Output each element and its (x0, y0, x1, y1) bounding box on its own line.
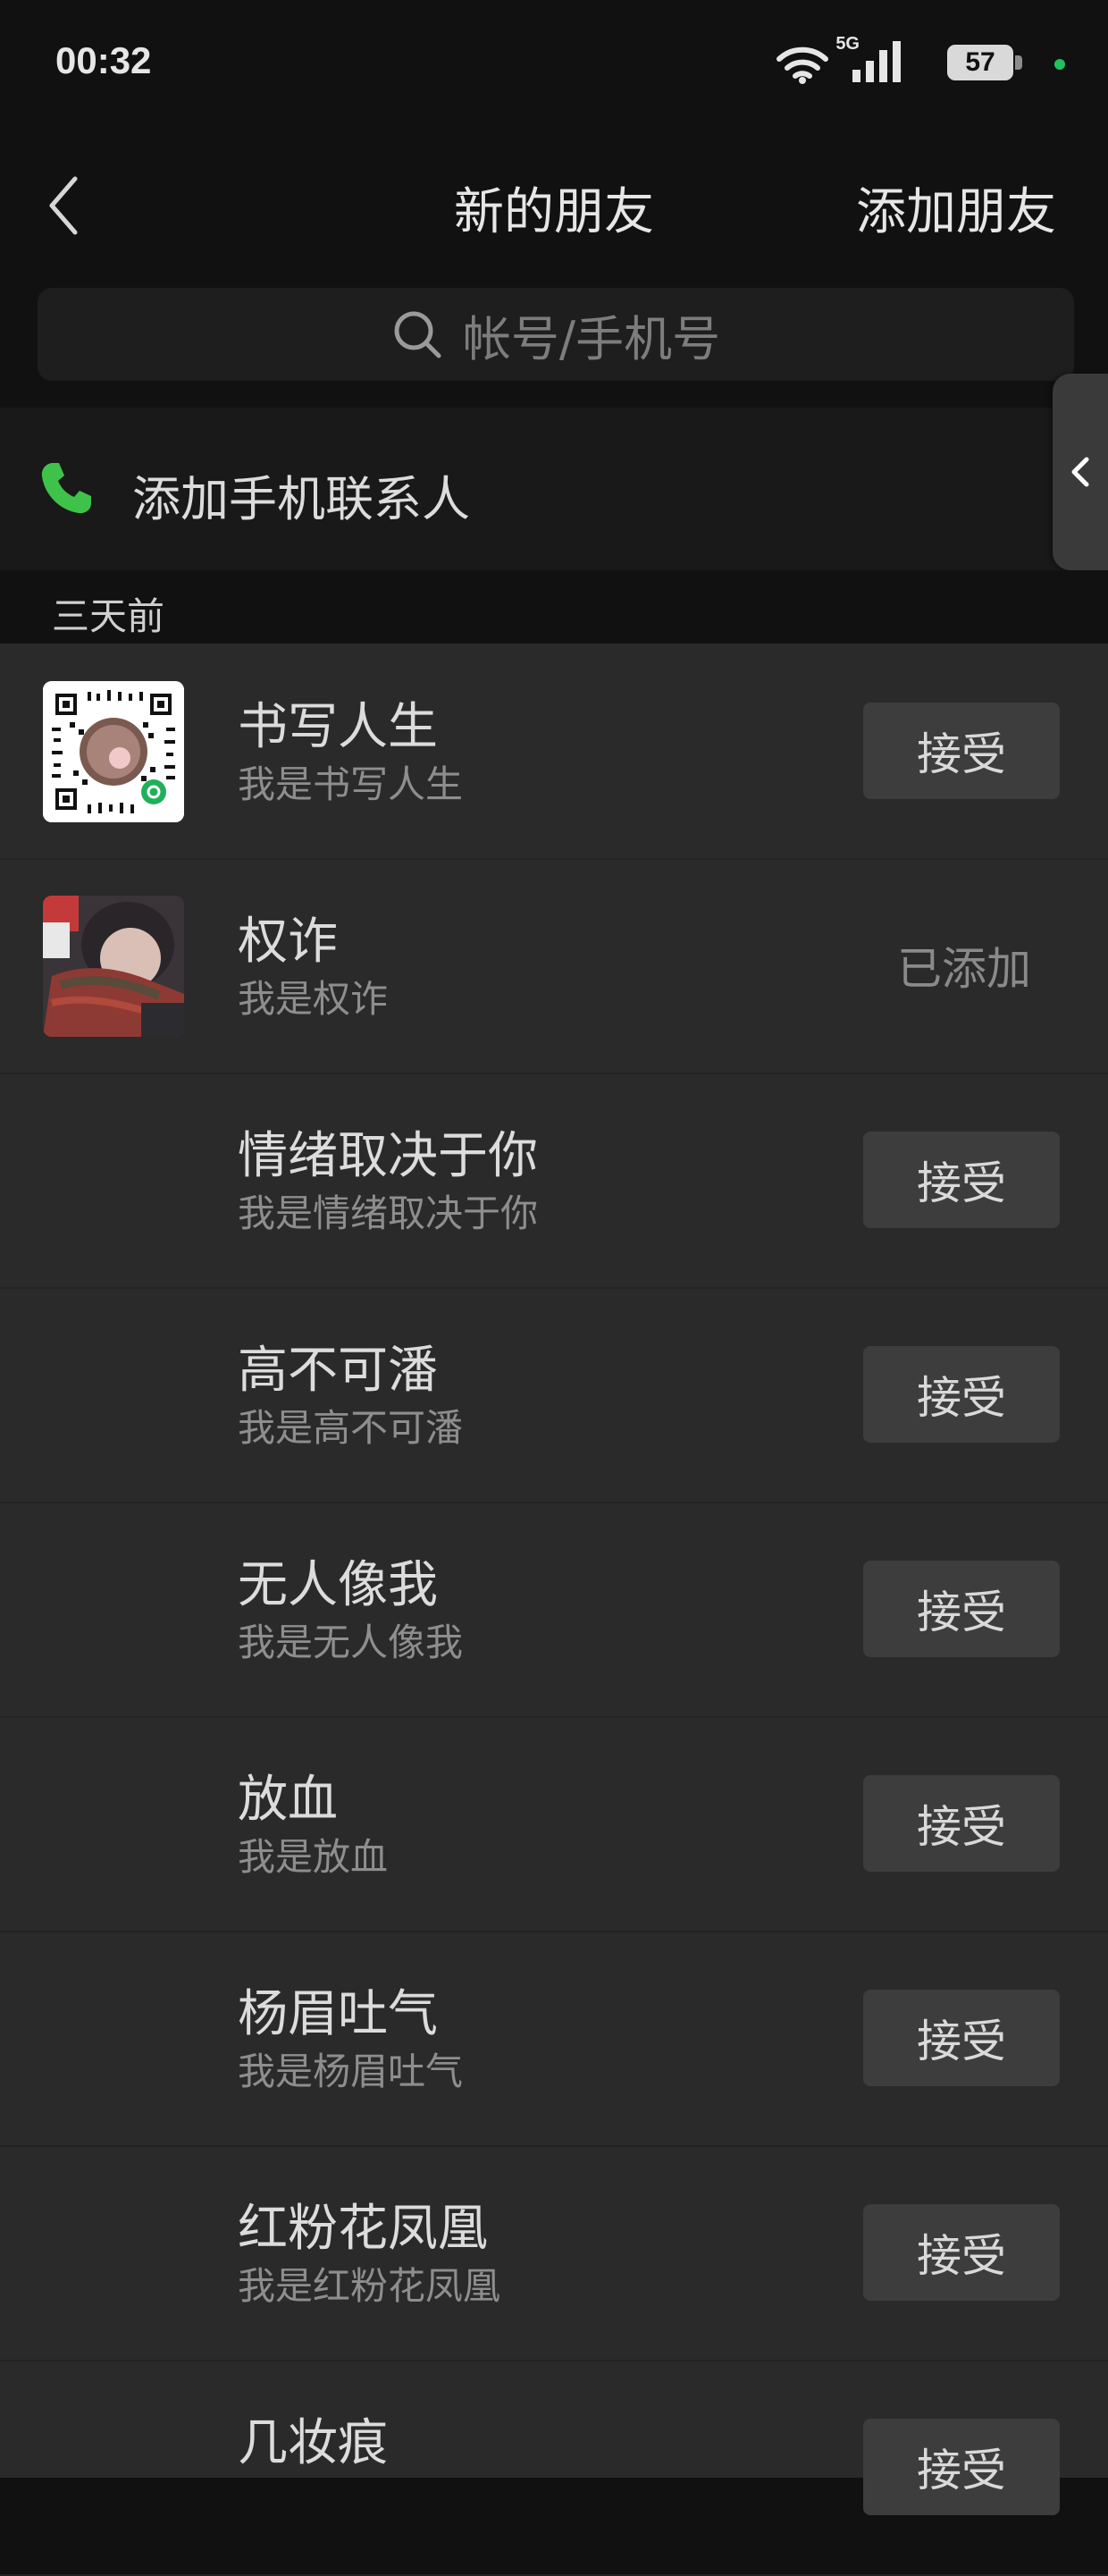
privacy-dot (1054, 59, 1065, 70)
friend-name: 高不可潘 (238, 1342, 438, 1400)
friend-message: 我是高不可潘 (238, 1406, 464, 1450)
accept-button[interactable]: 接受 (863, 1346, 1060, 1443)
add-phone-contacts-row[interactable]: 添加手机联系人 (0, 408, 1108, 570)
friend-message: 我是权诈 (238, 977, 389, 1021)
status-indicators: 5G 57 (776, 34, 1065, 89)
add-phone-contacts-label: 添加手机联系人 (132, 471, 470, 527)
friend-message: 我是放血 (238, 1835, 389, 1879)
battery-icon: 57 (947, 45, 1013, 80)
signal-icon (852, 41, 901, 82)
accept-button[interactable]: 接受 (863, 1132, 1060, 1228)
friend-name: 情绪取决于你 (238, 1127, 538, 1185)
list-item[interactable]: 几妆痕 接受 (0, 2360, 1108, 2576)
accept-button[interactable]: 接受 (863, 1775, 1060, 1872)
section-label: 三天前 (52, 594, 165, 638)
accept-button[interactable]: 接受 (863, 2204, 1060, 2301)
accept-button[interactable]: 接受 (863, 1561, 1060, 1657)
friend-name: 杨眉吐气 (238, 1985, 438, 2043)
wifi-icon (776, 46, 828, 84)
search-icon (394, 311, 441, 358)
list-item[interactable]: 红粉花凤凰 我是红粉花凤凰 接受 (0, 2145, 1108, 2361)
friend-name: 几妆痕 (238, 2414, 388, 2472)
accept-button[interactable]: 接受 (863, 703, 1060, 799)
list-item[interactable]: 无人像我 我是无人像我 接受 (0, 1502, 1108, 1718)
friend-name: 书写人生 (238, 698, 438, 756)
friend-message: 我是红粉花凤凰 (238, 2264, 501, 2308)
accept-button[interactable]: 接受 (863, 2419, 1060, 2515)
search-placeholder: 帐号/手机号 (462, 310, 721, 367)
friend-name: 放血 (238, 1771, 338, 1829)
accept-button[interactable]: 接受 (863, 1990, 1060, 2086)
section-header: 三天前 (0, 570, 1108, 644)
friend-message: 我是杨眉吐气 (238, 2050, 464, 2093)
search-input[interactable]: 帐号/手机号 (38, 288, 1074, 381)
list-item[interactable]: 权诈 我是权诈 已添加 (0, 858, 1108, 1074)
friend-message: 我是情绪取决于你 (238, 1191, 539, 1235)
header: 新的朋友 添加朋友 (0, 125, 1108, 286)
list-item[interactable]: 杨眉吐气 我是杨眉吐气 接受 (0, 1931, 1108, 2147)
battery-tip (1015, 55, 1022, 70)
add-friend-button[interactable]: 添加朋友 (856, 172, 1056, 244)
added-status: 已添加 (897, 943, 1031, 995)
friend-message: 我是书写人生 (238, 762, 464, 806)
friend-message: 我是无人像我 (238, 1621, 464, 1664)
status-time: 00:32 (55, 39, 152, 81)
status-bar: 00:32 5G 57 (0, 0, 1108, 125)
phone-icon (41, 463, 91, 514)
list-item[interactable]: 放血 我是放血 接受 (0, 1716, 1108, 1932)
friend-name: 无人像我 (238, 1556, 438, 1614)
friend-request-list: 书写人生 我是书写人生 接受 权诈 我是权诈 已添加 情绪取决于你 我是情绪取决… (0, 644, 1108, 2576)
list-item[interactable]: 高不可潘 我是高不可潘 接受 (0, 1287, 1108, 1503)
list-item[interactable]: 情绪取决于你 我是情绪取决于你 接受 (0, 1073, 1108, 1289)
photo-avatar (43, 896, 184, 1037)
divider (0, 381, 1108, 408)
friend-name: 权诈 (238, 913, 338, 971)
chevron-left-icon (1071, 457, 1089, 487)
qr-code-avatar (43, 681, 184, 822)
side-drawer-handle[interactable] (1053, 374, 1108, 570)
list-item[interactable]: 书写人生 我是书写人生 接受 (0, 644, 1108, 860)
friend-name: 红粉花凤凰 (238, 2200, 488, 2258)
